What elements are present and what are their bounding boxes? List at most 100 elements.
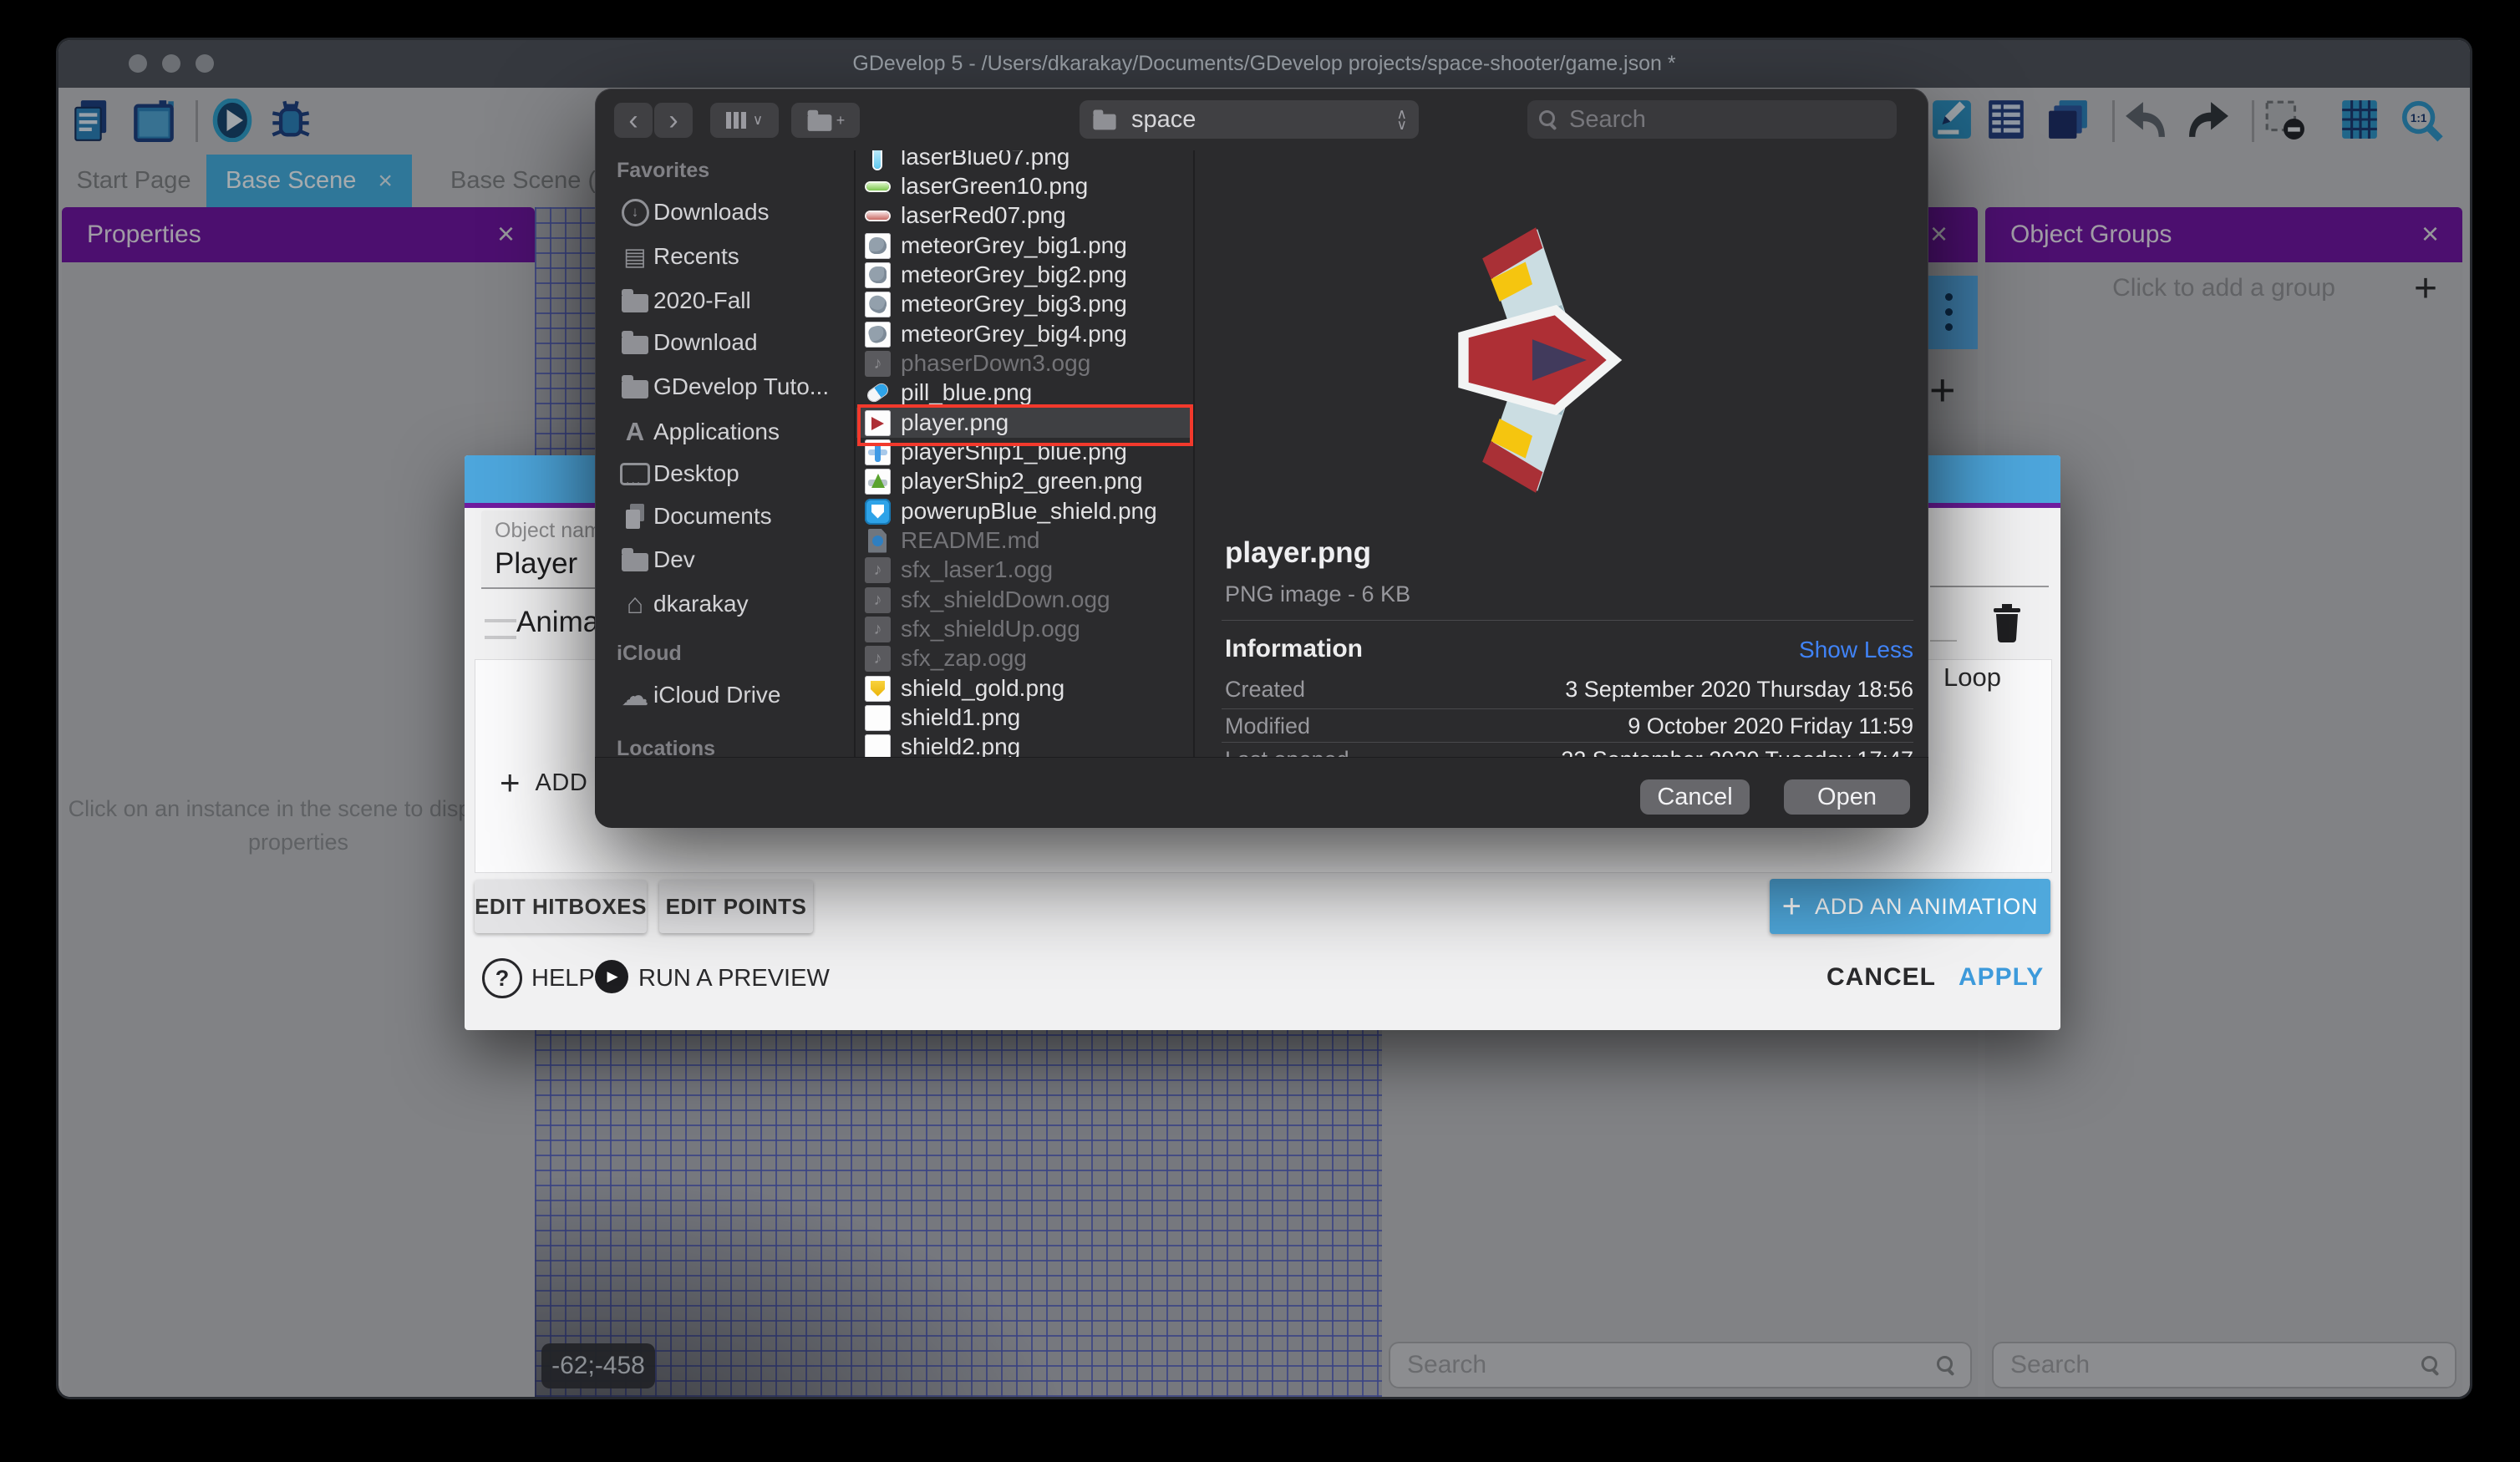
location-select[interactable]: space ∧∨ bbox=[1080, 100, 1419, 139]
add-label: ADD bbox=[536, 769, 588, 797]
cancel-button[interactable]: CANCEL bbox=[1826, 963, 1936, 992]
shield-plain-icon bbox=[865, 705, 891, 731]
dialog-search-field[interactable] bbox=[1527, 100, 1897, 139]
file-row[interactable]: powerupBlue_shield.png bbox=[856, 496, 1194, 526]
file-row[interactable]: meteorGrey_big4.png bbox=[856, 319, 1194, 349]
divider bbox=[1222, 708, 1913, 709]
file-row[interactable]: meteorGrey_big1.png bbox=[856, 231, 1194, 261]
apply-button[interactable]: APPLY bbox=[1959, 963, 2044, 992]
file-row[interactable]: shield2.png bbox=[856, 732, 1194, 758]
folder-icon bbox=[617, 376, 653, 398]
information-heading: Information bbox=[1225, 635, 1363, 663]
audio-file-icon bbox=[865, 351, 891, 377]
edit-points-button[interactable]: EDIT POINTS bbox=[659, 880, 813, 933]
sidebar-item-label: dkarakay bbox=[653, 591, 749, 617]
new-folder-button[interactable]: + bbox=[791, 103, 860, 138]
file-row[interactable]: shield_gold.png bbox=[856, 673, 1194, 703]
file-row[interactable]: laserGreen10.png bbox=[856, 171, 1194, 201]
open-button[interactable]: Open bbox=[1784, 779, 1910, 815]
preview-file-kind: PNG image - 6 KB bbox=[1225, 581, 1410, 607]
file-row-disabled: sfx_laser1.ogg bbox=[856, 555, 1194, 585]
help-icon[interactable]: ? bbox=[482, 958, 522, 998]
divider bbox=[1222, 742, 1913, 743]
folder-icon bbox=[1093, 114, 1115, 129]
sidebar-item-downloads[interactable]: ↓Downloads bbox=[617, 195, 844, 229]
cancel-button[interactable]: Cancel bbox=[1640, 779, 1750, 815]
play-icon[interactable]: ▶ bbox=[595, 960, 628, 993]
window-title: GDevelop 5 - /Users/dkarakay/Documents/G… bbox=[58, 40, 2470, 88]
audio-file-icon bbox=[865, 617, 891, 642]
meteor-icon bbox=[865, 262, 891, 288]
sidebar-item-label: Desktop bbox=[653, 460, 739, 487]
file-row[interactable]: shield1.png bbox=[856, 703, 1194, 733]
sidebar-item-recents[interactable]: ▤Recents bbox=[617, 240, 844, 273]
sidebar-item-label: Recents bbox=[653, 243, 739, 270]
sidebar-item-desktop[interactable]: Desktop bbox=[617, 457, 844, 490]
titlebar: GDevelop 5 - /Users/dkarakay/Documents/G… bbox=[58, 40, 2470, 88]
laser-blue-icon bbox=[865, 150, 891, 170]
add-frame-button[interactable]: + ADD bbox=[500, 763, 587, 803]
run-a-preview-button[interactable]: RUN A PREVIEW bbox=[638, 965, 830, 992]
sidebar-item-label: Dev bbox=[653, 546, 695, 573]
search-icon bbox=[1539, 110, 1557, 129]
desktop-icon bbox=[617, 463, 653, 485]
file-open-dialog: ‹ › ∨ + space ∧∨ Favorites ↓Downloads ▤R… bbox=[595, 89, 1928, 827]
applications-icon: A bbox=[617, 417, 653, 447]
meteor-icon bbox=[865, 233, 891, 259]
file-row[interactable]: laserRed07.png bbox=[856, 201, 1194, 231]
chevron-down-icon: ∨ bbox=[753, 112, 763, 129]
sidebar-section-favorites: Favorites bbox=[617, 159, 709, 183]
file-row[interactable]: meteorGrey_big3.png bbox=[856, 289, 1194, 319]
search-input[interactable] bbox=[1567, 105, 1886, 135]
drag-handle-icon bbox=[485, 619, 516, 639]
sidebar-item-documents[interactable]: Documents bbox=[617, 500, 844, 533]
ship-green-icon bbox=[865, 469, 891, 495]
meteor-icon bbox=[865, 292, 891, 317]
sidebar-item-dkarakay[interactable]: ⌂dkarakay bbox=[617, 587, 844, 621]
sidebar-item-2020-fall[interactable]: 2020-Fall bbox=[617, 284, 844, 317]
divider bbox=[1222, 620, 1913, 621]
help-button[interactable]: HELP bbox=[531, 965, 595, 992]
show-less-link[interactable]: Show Less bbox=[1799, 637, 1913, 663]
sidebar-item-gdevelop-tutorials[interactable]: GDevelop Tuto... bbox=[617, 370, 844, 404]
cloud-icon: ☁ bbox=[617, 679, 653, 712]
file-row[interactable]: pill_blue.png bbox=[856, 378, 1194, 408]
detail-row-last-opened: Last opened 22 September 2020 Tuesday 17… bbox=[1225, 747, 1913, 757]
delete-animation-icon[interactable] bbox=[1990, 602, 2024, 642]
preview-pane: player.png PNG image - 6 KB Information … bbox=[1195, 150, 1928, 757]
shield-gold-icon bbox=[865, 676, 891, 702]
back-button[interactable]: ‹ bbox=[614, 103, 653, 138]
object-name-value: Player bbox=[495, 547, 577, 581]
loop-label: Loop bbox=[1943, 662, 2001, 693]
sidebar-divider bbox=[854, 150, 856, 757]
detail-row-modified: Modified 9 October 2020 Friday 11:59 bbox=[1225, 713, 1913, 739]
shield-plain-icon bbox=[865, 734, 891, 759]
file-row-disabled: phaserDown3.ogg bbox=[856, 348, 1194, 378]
plus-icon: + bbox=[1782, 888, 1801, 926]
file-row[interactable]: playerShip2_green.png bbox=[856, 466, 1194, 496]
edit-hitboxes-button[interactable]: EDIT HITBOXES bbox=[475, 880, 647, 933]
file-row-disabled: sfx_zap.ogg bbox=[856, 643, 1194, 673]
checkbox-underline bbox=[1930, 640, 1957, 642]
sidebar-item-download[interactable]: Download bbox=[617, 326, 844, 359]
new-folder-icon bbox=[807, 114, 831, 131]
file-row-disabled: sfx_shieldUp.ogg bbox=[856, 614, 1194, 644]
sidebar-item-label: Applications bbox=[653, 419, 780, 445]
file-list: laserBlue07.png laserGreen10.png laserRe… bbox=[856, 150, 1194, 758]
folder-icon bbox=[617, 332, 653, 354]
sidebar-item-label: GDevelop Tuto... bbox=[653, 373, 829, 400]
sidebar-item-label: iCloud Drive bbox=[653, 682, 781, 708]
forward-button[interactable]: › bbox=[654, 103, 693, 138]
audio-file-icon bbox=[865, 646, 891, 672]
columns-view-icon bbox=[726, 111, 748, 129]
sidebar-item-dev[interactable]: Dev bbox=[617, 543, 844, 576]
sidebar-item-icloud-drive[interactable]: ☁iCloud Drive bbox=[617, 678, 844, 712]
add-an-animation-button[interactable]: + ADD AN ANIMATION bbox=[1770, 879, 2050, 934]
sidebar-item-applications[interactable]: AApplications bbox=[617, 415, 844, 449]
laser-green-icon bbox=[865, 174, 891, 200]
audio-file-icon bbox=[865, 587, 891, 613]
view-options-button[interactable]: ∨ bbox=[710, 103, 779, 138]
dialog-button-bar: Cancel Open bbox=[595, 757, 1928, 828]
file-row[interactable]: laserBlue07.png bbox=[856, 150, 1194, 172]
file-row[interactable]: meteorGrey_big2.png bbox=[856, 260, 1194, 290]
